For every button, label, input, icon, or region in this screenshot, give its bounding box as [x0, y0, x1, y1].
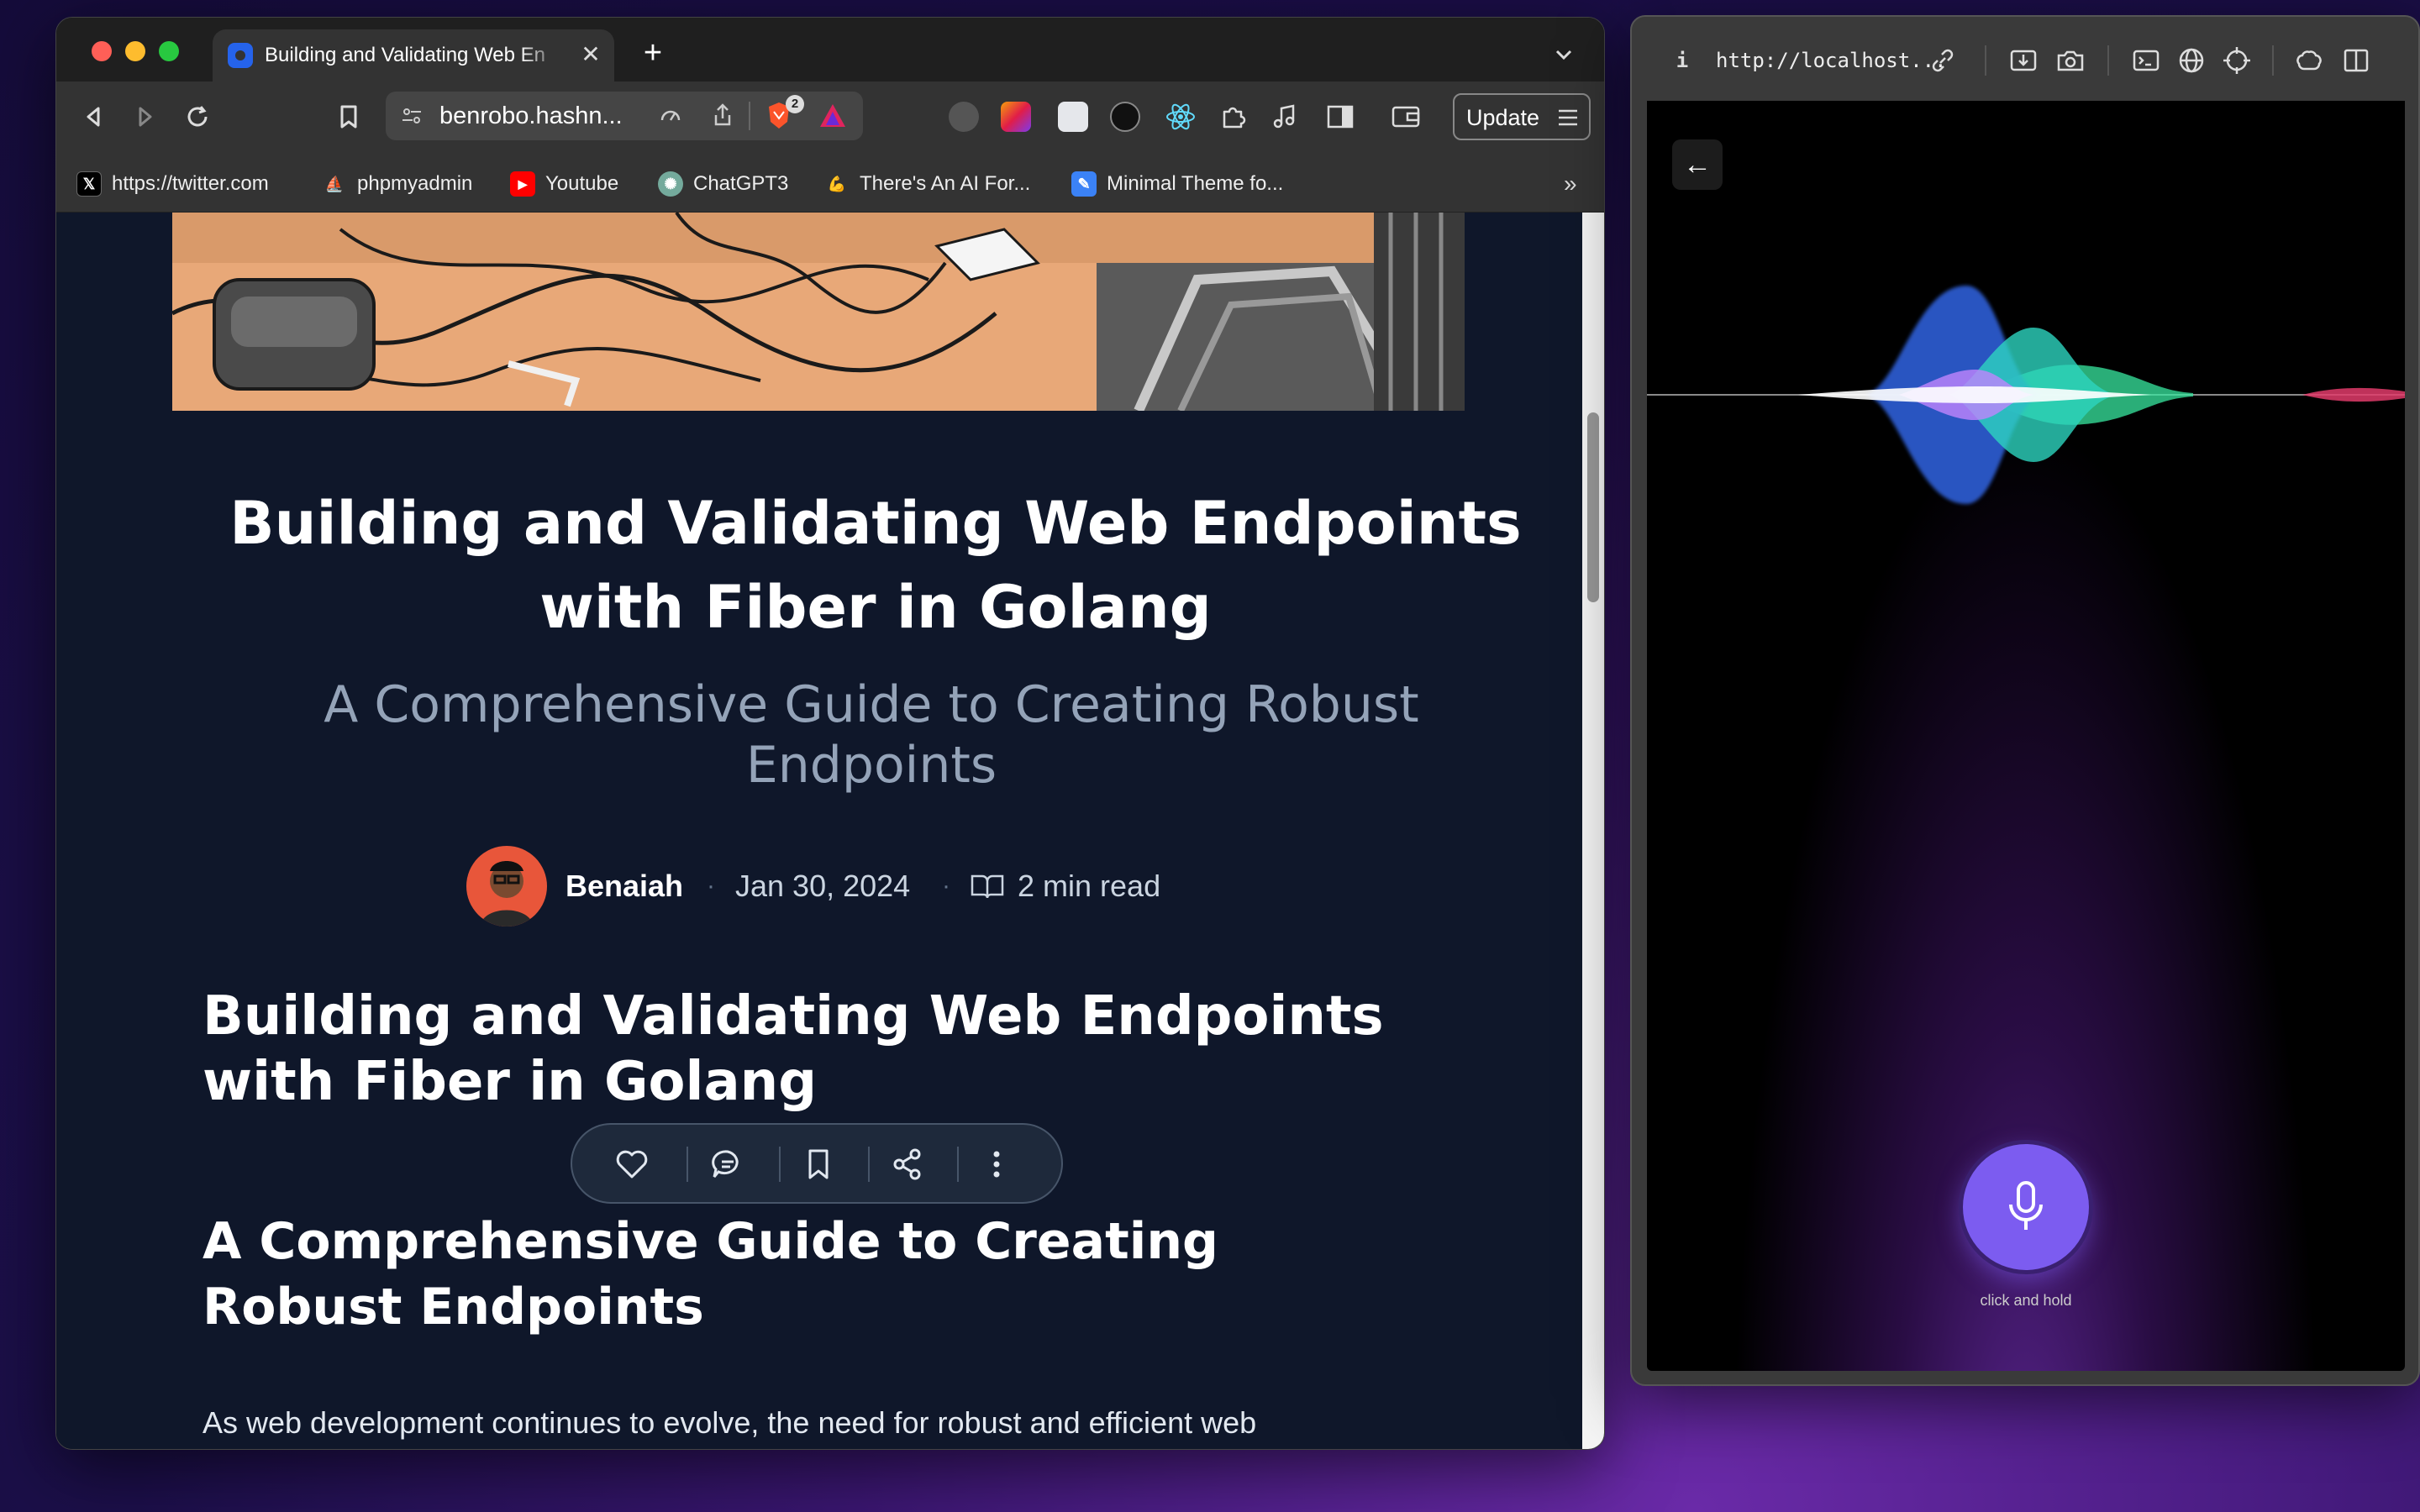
cover-image — [172, 213, 1465, 411]
update-label: Update — [1466, 105, 1540, 130]
extension-color-icon[interactable] — [1001, 102, 1031, 132]
bookmark-label: Minimal Theme fo... — [1107, 172, 1284, 195]
device-preview-window: i http://localhost... ← click and hold — [1630, 15, 2420, 1386]
forward-icon[interactable] — [129, 100, 162, 134]
bookmark-icon[interactable] — [797, 1143, 839, 1185]
address-bar[interactable]: benrobo.hashn... 2 — [386, 92, 863, 140]
author-name[interactable]: Benaiah — [566, 868, 708, 905]
bookmark-label: phpmyadmin — [357, 172, 473, 195]
content-heading-1: Building and Validating Web Endpoints wi… — [203, 985, 1384, 1113]
device-screen: ← click and hold — [1647, 101, 2405, 1371]
tab-strip: Building and Validating Web En ✕ + — [56, 18, 1604, 81]
toolbar: benrobo.hashn... 2 Update — [56, 81, 1604, 155]
read-time: 2 min read — [1018, 869, 1161, 903]
article-title: Building and Validating Web Endpoints wi… — [229, 489, 1522, 642]
media-music-icon[interactable] — [1268, 100, 1302, 134]
content-heading-2: A Comprehensive Guide to Creating Robust… — [203, 1212, 1218, 1336]
mic-hint-text: click and hold — [1980, 1292, 2072, 1309]
extension-pen-icon[interactable] — [1110, 102, 1140, 132]
bookmark-phpmyadmin[interactable]: ⛵ phpmyadmin — [322, 165, 473, 202]
wallet-icon[interactable] — [1389, 102, 1423, 132]
link-icon[interactable] — [1926, 44, 1960, 77]
like-heart-icon[interactable] — [611, 1143, 653, 1185]
bookmark-label: ChatGPT3 — [693, 172, 789, 195]
tab-title: Building and Validating Web En — [265, 44, 546, 66]
speedreader-icon[interactable] — [658, 103, 683, 129]
extension-google-icon[interactable] — [1058, 102, 1088, 132]
crosshair-icon[interactable] — [2220, 44, 2254, 77]
extension-owl-icon[interactable] — [949, 102, 979, 132]
author-avatar[interactable] — [466, 846, 547, 927]
devtools-brain-icon[interactable] — [2292, 44, 2326, 77]
minimize-window-button[interactable] — [125, 41, 145, 61]
react-devtools-icon[interactable] — [1164, 100, 1197, 134]
article-subtitle: A Comprehensive Guide to Creating Robust… — [324, 675, 1419, 795]
url-text[interactable]: benrobo.hashn... — [439, 100, 650, 132]
info-icon[interactable]: i — [1665, 44, 1699, 77]
more-options-icon[interactable] — [976, 1143, 1018, 1185]
share-icon[interactable] — [710, 102, 735, 129]
tab-active[interactable]: Building and Validating Web En ✕ — [213, 29, 614, 81]
site-settings-icon[interactable] — [399, 103, 424, 129]
youtube-icon: ▶ — [510, 171, 535, 197]
voice-waveform — [1647, 260, 2405, 529]
record-mic-button[interactable] — [1963, 1144, 2089, 1270]
device-toolbar: i http://localhost... — [1632, 17, 2418, 101]
phpmyadmin-icon: ⛵ — [324, 175, 345, 192]
new-tab-button[interactable]: + — [636, 36, 670, 70]
book-open-icon — [969, 871, 1006, 901]
bookmark-twitter[interactable]: 𝕏 https://twitter.com — [76, 165, 269, 202]
brave-rewards-icon[interactable] — [818, 102, 848, 130]
scrollbar-track[interactable] — [1582, 213, 1604, 1449]
terminal-icon[interactable] — [2129, 44, 2163, 77]
zoom-window-button[interactable] — [159, 41, 179, 61]
bookmark-page-icon[interactable] — [332, 100, 366, 134]
bookmark-label: https://twitter.com — [112, 172, 269, 195]
hashnode-favicon-icon — [228, 43, 253, 68]
bookmark-minimal-theme[interactable]: ✎ Minimal Theme fo... — [1071, 165, 1283, 202]
device-url[interactable]: http://localhost... — [1716, 45, 1947, 76]
tab-list-chevron-icon[interactable] — [1549, 39, 1579, 70]
back-arrow-button[interactable]: ← — [1672, 139, 1723, 190]
sidebar-toggle-icon[interactable] — [1325, 102, 1355, 132]
camera-icon[interactable] — [2054, 44, 2087, 77]
chatgpt-icon: ✺ — [658, 171, 683, 197]
extensions-puzzle-icon[interactable] — [1216, 100, 1249, 134]
update-button[interactable]: Update — [1453, 93, 1591, 140]
scrollbar-thumb[interactable] — [1587, 412, 1599, 602]
bookmark-ai-tools[interactable]: 💪 There's An AI For... — [824, 165, 1031, 202]
more-bookmarks-button[interactable]: » — [1564, 167, 1589, 201]
bookmark-chatgpt[interactable]: ✺ ChatGPT3 — [658, 165, 788, 202]
page-content: Building and Validating Web Endpoints wi… — [56, 213, 1582, 1449]
screenshot-download-icon[interactable] — [2007, 44, 2040, 77]
globe-icon[interactable] — [2175, 44, 2208, 77]
reload-icon[interactable] — [181, 100, 214, 134]
shields-count-badge: 2 — [786, 95, 804, 113]
split-view-icon[interactable] — [2339, 44, 2373, 77]
bookmark-youtube[interactable]: ▶ Youtube — [510, 165, 618, 202]
share-icon[interactable] — [886, 1143, 929, 1185]
back-icon[interactable] — [76, 100, 110, 134]
close-tab-icon[interactable]: ✕ — [576, 39, 606, 70]
ai-tool-icon: 💪 — [827, 175, 847, 192]
bookmark-label: Youtube — [545, 172, 619, 195]
floating-action-bar — [571, 1123, 1063, 1204]
menu-hamburger-icon — [1555, 105, 1581, 130]
comment-icon[interactable] — [707, 1143, 749, 1185]
x-logo-icon: 𝕏 — [76, 171, 102, 197]
bookmark-label: There's An AI For... — [860, 172, 1031, 195]
bookmarks-bar: 𝕏 https://twitter.com ⛵ phpmyadmin ▶ You… — [56, 155, 1604, 213]
theme-icon: ✎ — [1071, 171, 1097, 197]
browser-window: Building and Validating Web En ✕ + benro… — [55, 17, 1605, 1450]
close-window-button[interactable] — [92, 41, 112, 61]
publish-date: Jan 30, 2024 — [735, 869, 911, 903]
microphone-icon — [2002, 1178, 2049, 1236]
content-paragraph: As web development continues to evolve, … — [203, 1405, 1257, 1440]
